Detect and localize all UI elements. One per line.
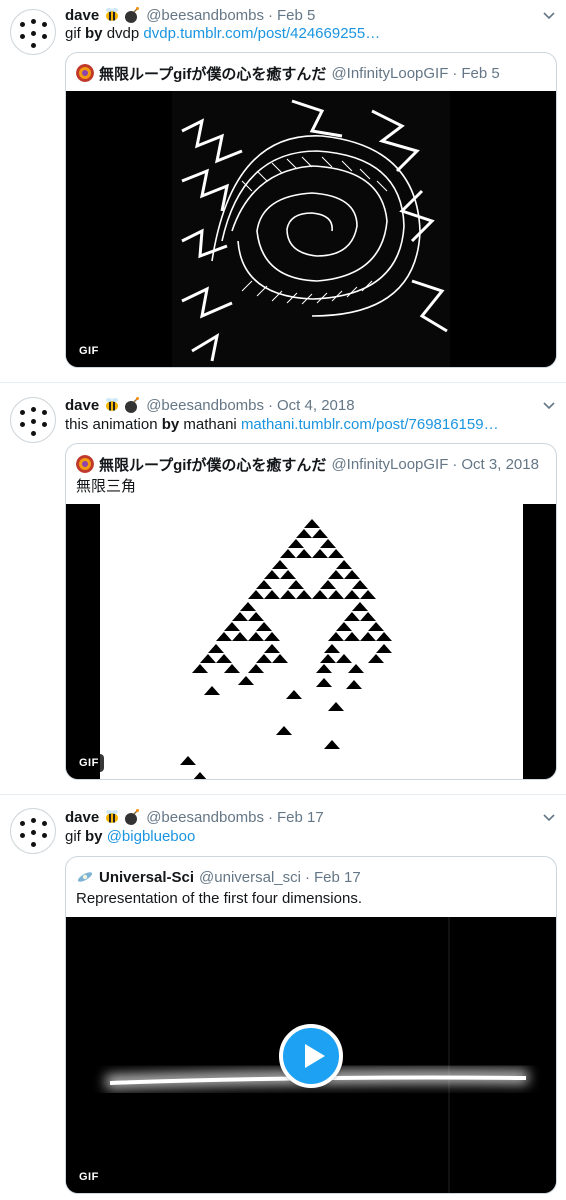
avatar[interactable] (10, 9, 56, 55)
tweet-header: dave @beesandbombs · Feb 17 (65, 807, 324, 827)
tweet-time[interactable]: Feb 5 (277, 7, 315, 24)
sierpinski-animation-frame (66, 504, 556, 779)
quote-text: 無限三角 (76, 478, 137, 495)
chevron-down-icon[interactable] (542, 8, 556, 22)
tweet-header: dave @beesandbombs · Oct 4, 2018 (65, 395, 355, 415)
separator: · (268, 808, 274, 826)
gif-media[interactable]: GIF (66, 504, 556, 779)
gif-media[interactable]: GIF (66, 91, 556, 367)
quote-header: 無限ループgifが僕の心を癒すんだ @InfinityLoopGIF · Feb… (76, 63, 500, 83)
text-segment: mathani (179, 416, 241, 433)
text-segment: this animation (65, 416, 162, 433)
tweet-header: dave @beesandbombs · Feb 5 (65, 5, 315, 25)
bee-icon (103, 6, 121, 24)
text-bold: by (161, 416, 180, 433)
quoted-tweet[interactable]: Universal-Sci @universal_sci · Feb 17 Re… (65, 856, 557, 1194)
quote-author-name: 無限ループgifが僕の心を癒すんだ (99, 456, 327, 474)
quote-author-handle: @InfinityLoopGIF (331, 455, 449, 473)
quote-avatar (76, 64, 94, 82)
tweet[interactable]: dave @beesandbombs · Feb 5 gif by dvdp d… (0, 0, 566, 383)
chevron-down-icon[interactable] (542, 398, 556, 412)
tweet-link[interactable]: mathani.tumblr.com/post/769816159… (241, 416, 499, 433)
quote-avatar (76, 455, 94, 473)
tweet[interactable]: dave @beesandbombs · Feb 17 gif by @bigb… (0, 795, 566, 1200)
chevron-down-icon[interactable] (542, 810, 556, 824)
text-segment: dvdp (102, 25, 144, 42)
gif-badge: GIF (74, 754, 104, 772)
tweet-time[interactable]: Feb 17 (277, 809, 324, 826)
quoted-tweet[interactable]: 無限ループgifが僕の心を癒すんだ @InfinityLoopGIF · Oct… (65, 443, 557, 780)
text-bold: by (85, 828, 103, 845)
text-segment: gif (65, 828, 86, 845)
tweet-link[interactable]: @bigblueboo (107, 828, 196, 845)
quote-header: Universal-Sci @universal_sci · Feb 17 (76, 867, 361, 887)
video-media[interactable]: GIF (66, 917, 556, 1193)
tweet-text: gif by @bigblueboo (65, 827, 195, 847)
spiral-animation-frame (66, 91, 556, 367)
quote-time: Feb 5 (461, 64, 500, 82)
text-segment: gif (65, 25, 86, 42)
quote-author-handle: @InfinityLoopGIF (331, 64, 449, 82)
tweet-text: this animation by mathani mathani.tumblr… (65, 415, 499, 435)
author-handle[interactable]: @beesandbombs (146, 397, 264, 414)
bomb-icon (123, 808, 141, 826)
quote-author-handle: @universal_sci (199, 868, 301, 886)
separator: · (268, 6, 274, 24)
author-name[interactable]: dave (65, 7, 99, 24)
author-handle[interactable]: @beesandbombs (146, 809, 264, 826)
quote-author-name: 無限ループgifが僕の心を癒すんだ (99, 65, 327, 83)
play-button[interactable] (279, 1024, 343, 1088)
quote-text: Representation of the first four dimensi… (76, 890, 362, 907)
quote-author-name: Universal-Sci (99, 868, 195, 886)
quote-time: Oct 3, 2018 (461, 455, 539, 473)
separator: · (268, 396, 274, 414)
quote-time: Feb 17 (313, 868, 361, 886)
separator: · (452, 455, 458, 473)
avatar[interactable] (10, 808, 56, 854)
tweet-text: gif by dvdp dvdp.tumblr.com/post/4246692… (65, 24, 380, 44)
gif-badge: GIF (74, 342, 104, 360)
tweet-time[interactable]: Oct 4, 2018 (277, 397, 355, 414)
author-handle[interactable]: @beesandbombs (146, 7, 264, 24)
bomb-icon (123, 6, 141, 24)
avatar[interactable] (10, 397, 56, 443)
tweet[interactable]: dave @beesandbombs · Oct 4, 2018 this an… (0, 383, 566, 795)
quote-header: 無限ループgifが僕の心を癒すんだ @InfinityLoopGIF · Oct… (76, 454, 539, 474)
separator: · (304, 868, 310, 886)
author-name[interactable]: dave (65, 397, 99, 414)
bee-icon (103, 808, 121, 826)
quoted-tweet[interactable]: 無限ループgifが僕の心を癒すんだ @InfinityLoopGIF · Feb… (65, 52, 557, 368)
galaxy-icon (76, 868, 94, 886)
tweet-link[interactable]: dvdp.tumblr.com/post/424669255… (143, 25, 380, 42)
text-bold: by (85, 25, 103, 42)
bomb-icon (123, 396, 141, 414)
bee-icon (103, 396, 121, 414)
gif-badge: GIF (74, 1168, 104, 1186)
separator: · (452, 64, 458, 82)
author-name[interactable]: dave (65, 809, 99, 826)
